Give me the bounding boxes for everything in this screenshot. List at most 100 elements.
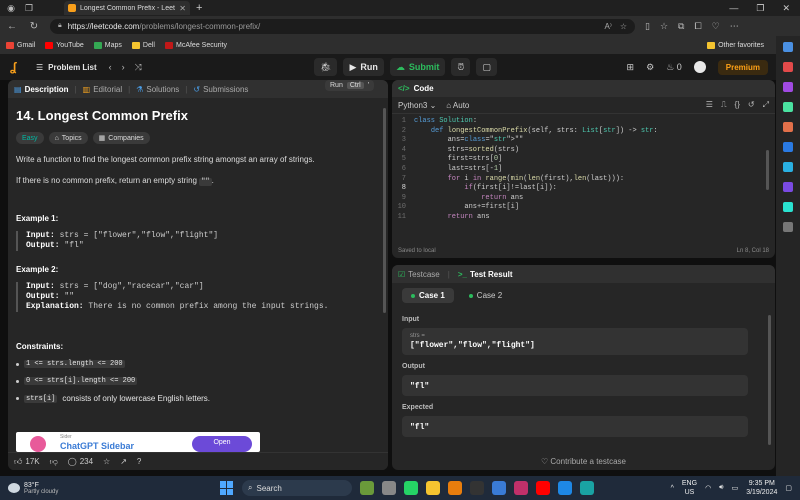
terminal-icon[interactable] [470, 481, 484, 495]
companies-tag[interactable]: ▦ Companies [92, 132, 150, 144]
fullscreen-icon[interactable]: ⤢ [763, 100, 769, 110]
problem-list-button[interactable]: ☰ Problem List [36, 63, 97, 72]
code-line[interactable]: 8 if(first[i]!=last[i]): [392, 184, 775, 194]
workspaces-icon[interactable]: ❐ [22, 1, 36, 15]
code-line[interactable]: 9 return ans [392, 194, 775, 204]
tab-solutions[interactable]: ⚗ Solutions [136, 85, 179, 94]
bookmark-mcafee[interactable]: McAfee Security [164, 41, 227, 49]
youtube-icon[interactable] [536, 481, 550, 495]
clock[interactable]: 9:35 PM 3/19/2024 [746, 479, 777, 497]
settings-icon[interactable]: ⚙ [646, 62, 654, 73]
next-problem-icon[interactable]: › [122, 62, 125, 73]
scrollbar[interactable] [768, 315, 771, 445]
code-line[interactable]: 3 ans=class="str">"" [392, 136, 775, 146]
telegram-icon[interactable] [783, 202, 793, 212]
page-title[interactable]: 14. Longest Common Prefix [16, 108, 380, 123]
code-line[interactable]: 7 for i in range(min(len(first),len(last… [392, 175, 775, 185]
designer-icon[interactable] [783, 182, 793, 192]
edge-icon[interactable] [580, 481, 594, 495]
notes-icon[interactable]: ☰ [706, 100, 713, 110]
tab-testcase[interactable]: ☑ Testcase [398, 270, 440, 279]
copilot-icon[interactable] [360, 481, 374, 495]
sider-ad-banner[interactable]: Sider ChatGPT Sidebar Open [16, 432, 260, 452]
wifi-icon[interactable]: ◠ [705, 484, 711, 492]
code-line[interactable]: 6 last=strs[-1] [392, 165, 775, 175]
tab-editorial[interactable]: ▥ Editorial [83, 85, 122, 94]
code-line[interactable]: 10 ans+=first[i] [392, 203, 775, 213]
language-select[interactable]: Python3 ⌄ [398, 101, 436, 110]
bookmark-icon[interactable]: ⎍ [721, 100, 727, 110]
submit-button[interactable]: ☁ Submit [389, 58, 446, 76]
code-line[interactable]: 11 return ans [392, 213, 775, 223]
chevron-up-icon[interactable]: ^ [671, 485, 674, 492]
layout-icon[interactable]: ⊞ [627, 62, 635, 73]
favorite-star-icon[interactable]: ☆ [620, 22, 627, 31]
outlook-icon[interactable] [783, 142, 793, 152]
tab-submissions[interactable]: ↺ Submissions [193, 85, 248, 94]
shuffle-icon[interactable]: ⤨ [135, 62, 142, 73]
auto-mode[interactable]: ⌂ Auto [446, 101, 469, 110]
reset-icon[interactable]: ↺ [748, 100, 755, 110]
streak-counter[interactable]: ♨ 0 [666, 62, 682, 73]
code-editor[interactable]: 1 class Solution: 2 def longestCommonPrefi… [392, 114, 775, 223]
code-line[interactable]: 4 strs=sorted(strs) [392, 146, 775, 156]
extensions-icon[interactable]: ⧠ [694, 21, 701, 32]
blender-icon[interactable] [448, 481, 462, 495]
code-line[interactable]: 2 def longestCommonPrefix(self, strs: Li… [392, 127, 775, 137]
debug-icon[interactable]: 🐞︎ [314, 58, 338, 76]
prev-problem-icon[interactable]: ‹ [109, 62, 112, 73]
vscode-icon[interactable] [558, 481, 572, 495]
search-icon[interactable] [783, 42, 793, 52]
browser-tab-active[interactable]: Longest Common Prefix - LeetCode ✕ [64, 1, 190, 15]
like-button[interactable]: 👍︎ 17K [14, 457, 40, 467]
browser-essentials-icon[interactable]: ♡ [712, 21, 720, 32]
maximize-icon[interactable]: ❐ [756, 3, 764, 14]
profile-icon[interactable]: ◉ [4, 1, 18, 15]
bookmark-maps[interactable]: Maps [93, 41, 122, 49]
scrollbar[interactable] [766, 150, 769, 190]
premium-button[interactable]: Premium [717, 59, 768, 75]
add-sidebar-icon[interactable] [783, 222, 793, 232]
close-window-icon[interactable]: ✕ [782, 3, 790, 14]
bookmark-gmail[interactable]: Gmail [6, 41, 35, 49]
notification-icon[interactable]: ▢ [785, 484, 792, 492]
refresh-icon[interactable]: ↻ [28, 21, 40, 32]
comments-button[interactable]: ◯ 234 [68, 457, 93, 466]
media-icon[interactable] [514, 481, 528, 495]
bookmark-other-favorites[interactable]: Other favorites [707, 41, 764, 49]
minimize-icon[interactable]: — [729, 3, 738, 14]
topics-tag[interactable]: ⌂ Topics [48, 132, 88, 144]
format-icon[interactable]: {} [735, 100, 740, 110]
case-2-tab[interactable]: Case 2 [460, 288, 511, 303]
start-icon[interactable] [220, 481, 234, 495]
games-icon[interactable] [783, 102, 793, 112]
favorites-icon[interactable]: ☆ [660, 21, 668, 32]
code-line[interactable]: 5 first=strs[0] [392, 155, 775, 165]
notes-icon[interactable]: ▢ [476, 58, 497, 76]
drop-icon[interactable] [783, 162, 793, 172]
scrollbar[interactable] [383, 108, 386, 313]
file-explorer-icon[interactable] [426, 481, 440, 495]
language-indicator[interactable]: ENG US [682, 479, 697, 497]
close-tab-icon[interactable]: ✕ [179, 4, 186, 13]
more-icon[interactable]: ⋯ [730, 21, 739, 32]
office-icon[interactable] [783, 122, 793, 132]
leetcode-logo-icon[interactable]: ʆ [10, 60, 24, 74]
tools-icon[interactable] [783, 82, 793, 92]
url-input[interactable]: 🔒︎ https://leetcode.com/problems/longest… [50, 18, 635, 34]
taskbar-search[interactable]: ⌕ Search [242, 480, 352, 496]
collections-icon[interactable]: ⧉ [678, 21, 684, 32]
battery-icon[interactable]: ▭ [732, 484, 739, 492]
store-icon[interactable] [492, 481, 506, 495]
bookmark-dell[interactable]: Dell [131, 41, 155, 49]
read-aloud-icon[interactable]: A⁾ [605, 22, 612, 31]
run-button[interactable]: ▶ Run [343, 58, 384, 76]
tab-description[interactable]: ▤ Description [14, 85, 69, 94]
contribute-testcase-link[interactable]: ♡ Contribute a testcase [392, 457, 775, 466]
help-button[interactable]: ? [137, 457, 141, 466]
back-icon[interactable]: ← [6, 21, 18, 32]
whatsapp-icon[interactable] [404, 481, 418, 495]
ad-open-button[interactable]: Open [192, 436, 252, 452]
avatar[interactable] [693, 61, 706, 73]
shopping-icon[interactable] [783, 62, 793, 72]
